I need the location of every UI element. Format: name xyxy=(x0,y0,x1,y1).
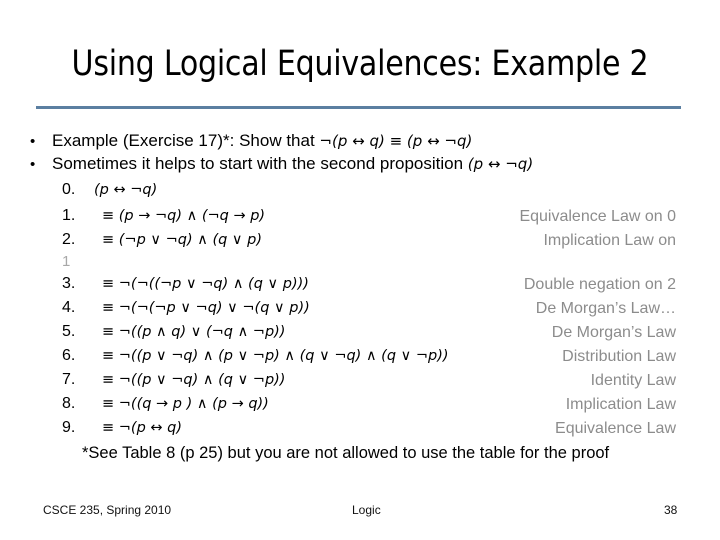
bullet-item: • Sometimes it helps to start with the se… xyxy=(30,154,533,174)
step-justification: Distribution Law xyxy=(562,348,676,365)
step-expression: ≡ ¬(¬(¬p ∨ ¬q) ∨ ¬(q ∨ p)) xyxy=(102,300,310,316)
step-number: 8. xyxy=(62,395,76,412)
step-justification: Equivalence Law xyxy=(555,420,676,437)
bullet-text: Example (Exercise 17)*: Show that xyxy=(52,131,320,150)
step-number: 2. xyxy=(62,231,76,248)
proof-step: 6. ≡ ¬((p ∨ ¬q) ∧ (p ∨ ¬p) ∧ (q ∨ ¬q) ∧ (… xyxy=(62,347,449,365)
proof-step: 7. ≡ ¬((p ∨ ¬q) ∧ (q ∨ ¬p)) xyxy=(62,371,285,389)
slide-number: 38 xyxy=(664,503,678,517)
step-justification: De Morgan’s Law… xyxy=(535,300,676,317)
bullet-icon: • xyxy=(30,133,36,150)
proof-step: 0. (p ↔ ¬q) xyxy=(62,181,157,199)
step-expression: ≡ ¬((p ∧ q) ∨ (¬q ∧ ¬p)) xyxy=(102,324,286,340)
proof-step: 2. ≡ (¬p ∨ ¬q) ∧ (q ∨ p) xyxy=(62,231,262,249)
step-expression: ≡ ¬((q → p ) ∧ (p → q)) xyxy=(102,396,269,412)
footer-course: CSCE 235, Spring 2010 xyxy=(43,503,172,517)
proof-step: 9. ≡ ¬(p ↔ q) xyxy=(62,419,182,437)
slide-title: Using Logical Equivalences: Example 2 xyxy=(71,44,649,84)
step-expression: ≡ (¬p ∨ ¬q) ∧ (q ∨ p) xyxy=(102,232,262,248)
step-number: 0. xyxy=(62,181,76,198)
step-justification: Equivalence Law on 0 xyxy=(519,208,676,225)
proof-step: 3. ≡ ¬(¬((¬p ∨ ¬q) ∧ (q ∨ p))) xyxy=(62,275,309,293)
step-number: 1. xyxy=(62,207,76,224)
step-expression: ≡ ¬((p ∨ ¬q) ∧ (p ∨ ¬p) ∧ (q ∨ ¬q) ∧ (q … xyxy=(102,348,449,364)
proof-step: 4. ≡ ¬(¬(¬p ∨ ¬q) ∨ ¬(q ∨ p)) xyxy=(62,299,310,317)
step-expression: ≡ ¬((p ∨ ¬q) ∧ (q ∨ ¬p)) xyxy=(102,372,286,388)
step-justification: Implication Law xyxy=(565,396,676,413)
step-justification: Implication Law on xyxy=(543,232,676,249)
step-justification: Double negation on 2 xyxy=(523,276,676,293)
footnote: *See Table 8 (p 25) but you are not allo… xyxy=(82,444,610,462)
bullet-text: Sometimes it helps to start with the sec… xyxy=(52,154,468,173)
step-justification: De Morgan’s Law xyxy=(551,324,676,341)
bullet-math: (p ↔ ¬q) xyxy=(467,155,534,173)
step-number: 6. xyxy=(62,347,76,364)
title-divider xyxy=(36,106,681,109)
bullet-math: ¬(p ↔ q) ≡ (p ↔ ¬q) xyxy=(319,132,473,150)
proof-step: 1. ≡ (p → ¬q) ∧ (¬q → p) xyxy=(62,207,265,225)
step-number: 9. xyxy=(62,419,76,436)
step-number: 5. xyxy=(62,323,76,340)
step-expression: ≡ (p → ¬q) ∧ (¬q → p) xyxy=(102,208,266,224)
step-number: 7. xyxy=(62,371,76,388)
step-expression: ≡ ¬(p ↔ q) xyxy=(102,420,182,436)
step-number: 4. xyxy=(62,299,76,316)
step-expression: ≡ ¬(¬((¬p ∨ ¬q) ∧ (q ∨ p))) xyxy=(102,276,309,292)
proof-step: 5. ≡ ¬((p ∧ q) ∨ (¬q ∧ ¬p)) xyxy=(62,323,285,341)
bullet-icon: • xyxy=(30,156,36,173)
bullet-item: • Example (Exercise 17)*: Show that ¬(p ↔… xyxy=(30,131,472,151)
step-expression: (p ↔ ¬q) xyxy=(94,182,158,198)
footer-topic: Logic xyxy=(352,503,381,517)
step-number: 3. xyxy=(62,275,76,292)
wrapped-justification-fragment: 1 xyxy=(62,253,71,270)
step-justification: Identity Law xyxy=(590,372,676,389)
proof-step: 8. ≡ ¬((q → p ) ∧ (p → q)) xyxy=(62,395,269,413)
